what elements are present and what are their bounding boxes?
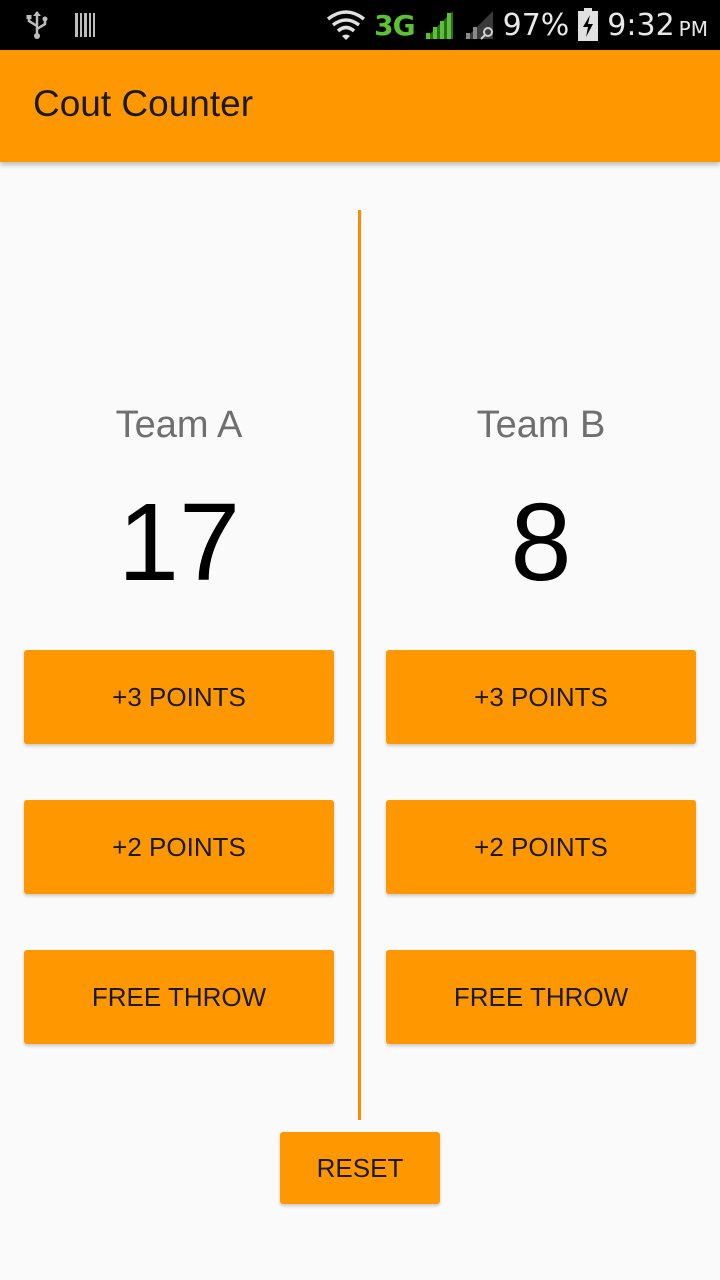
team-divider xyxy=(358,210,361,1120)
status-bar: 3G 97% 9:32 PM xyxy=(0,0,720,50)
team-b-plus3-button[interactable]: +3 POINTS xyxy=(386,650,696,744)
battery-percent: 97% xyxy=(502,7,570,43)
team-a-score: 17 xyxy=(117,481,241,604)
network-type: 3G xyxy=(374,8,415,42)
app-title: Cout Counter xyxy=(33,83,254,124)
battery-charging-icon xyxy=(577,8,599,42)
barcode-icon xyxy=(74,12,96,38)
reset-button[interactable]: RESET xyxy=(280,1132,440,1204)
team-b-column: Team B 8 xyxy=(386,395,696,608)
signal-no-data-icon xyxy=(463,9,495,41)
clock-ampm: PM xyxy=(678,17,708,41)
wifi-icon xyxy=(326,9,366,41)
team-a-name: Team A xyxy=(115,404,243,446)
status-bar-right: 3G 97% 9:32 PM xyxy=(326,0,708,50)
team-a-free-throw-button[interactable]: FREE THROW xyxy=(24,950,334,1044)
status-bar-left xyxy=(24,10,96,40)
team-b-name: Team B xyxy=(476,404,606,446)
signal-icon xyxy=(423,9,455,41)
team-a-plus2-button[interactable]: +2 POINTS xyxy=(24,800,334,894)
usb-icon xyxy=(24,10,50,40)
team-a-plus3-button[interactable]: +3 POINTS xyxy=(24,650,334,744)
clock-time: 9:32 xyxy=(607,7,675,43)
app-bar: Cout Counter xyxy=(0,50,720,162)
team-b-free-throw-button[interactable]: FREE THROW xyxy=(386,950,696,1044)
team-b-plus2-button[interactable]: +2 POINTS xyxy=(386,800,696,894)
team-a-column: Team A 17 xyxy=(24,395,334,608)
team-b-score: 8 xyxy=(510,481,572,604)
